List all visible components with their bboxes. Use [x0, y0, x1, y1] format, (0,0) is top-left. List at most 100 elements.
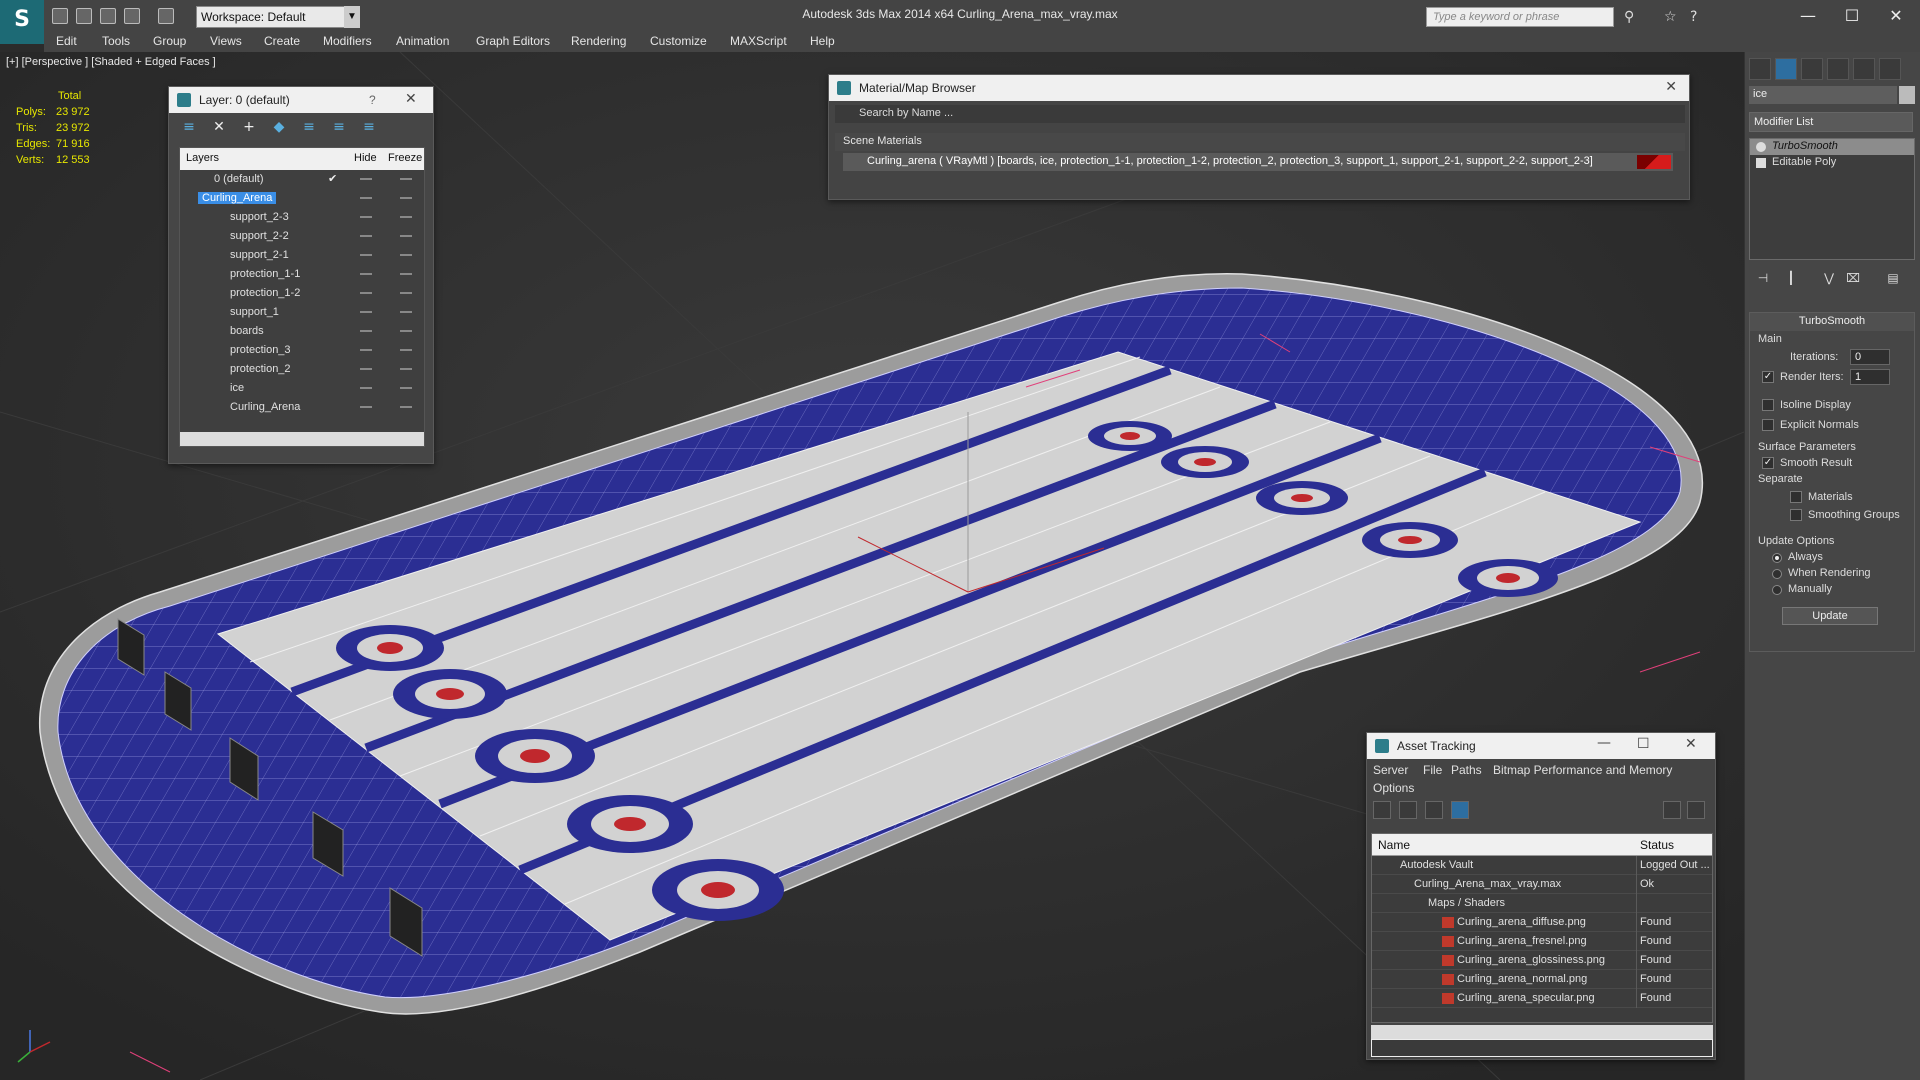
smoothing-groups-checkbox[interactable]: [1790, 509, 1802, 521]
close-icon[interactable]: ✕: [1665, 79, 1677, 95]
list-item[interactable]: protection_1-2: [180, 284, 424, 303]
menu-animation[interactable]: Animation: [396, 34, 449, 48]
maximize-icon[interactable]: ☐: [1637, 736, 1650, 752]
list-item[interactable]: Curling_Arena: [180, 398, 424, 417]
highlight-selected-icon[interactable]: ≡: [301, 119, 317, 135]
iterations-spinner[interactable]: 0: [1850, 349, 1890, 365]
make-unique-icon[interactable]: ⋁: [1821, 271, 1837, 287]
asset-tracking-titlebar[interactable]: Asset Tracking — ☐ ✕: [1367, 733, 1715, 759]
layer-window-titlebar[interactable]: Layer: 0 (default) ? ✕: [169, 87, 433, 113]
list-item[interactable]: support_2-1: [180, 246, 424, 265]
table-row[interactable]: Maps / Shaders: [1372, 894, 1712, 913]
add-to-layer-icon[interactable]: +: [241, 119, 257, 135]
list-item[interactable]: 0 (default) ✔: [180, 170, 424, 189]
menu-paths[interactable]: Paths: [1451, 763, 1482, 777]
table-view-icon[interactable]: [1451, 801, 1469, 819]
utilities-tab-icon[interactable]: [1879, 58, 1901, 80]
close-icon[interactable]: ✕: [405, 91, 417, 107]
menu-customize[interactable]: Customize: [650, 34, 707, 48]
table-row[interactable]: Curling_arena_fresnel.png Found: [1372, 932, 1712, 951]
smooth-result-checkbox[interactable]: ✓: [1762, 457, 1774, 469]
render-iters-spinner[interactable]: 1: [1850, 369, 1890, 385]
list-item[interactable]: protection_2: [180, 360, 424, 379]
render-iters-checkbox[interactable]: ✓: [1762, 371, 1774, 383]
asset-tracking-window[interactable]: Asset Tracking — ☐ ✕ Server File Paths B…: [1366, 732, 1716, 1060]
table-row[interactable]: Curling_arena_glossiness.png Found: [1372, 951, 1712, 970]
star-icon[interactable]: ☆: [1664, 9, 1677, 25]
update-button[interactable]: Update: [1782, 607, 1878, 625]
lightbulb-icon[interactable]: [1756, 142, 1766, 152]
search-input[interactable]: Type a keyword or phrase: [1426, 7, 1614, 27]
close-icon[interactable]: ✕: [1685, 736, 1697, 752]
menu-maxscript[interactable]: MAXScript: [730, 34, 787, 48]
material-browser-titlebar[interactable]: Material/Map Browser ✕: [829, 75, 1689, 101]
manually-radio[interactable]: [1772, 585, 1782, 595]
column-status[interactable]: Status: [1640, 838, 1674, 852]
stack-item-turbosmooth[interactable]: TurboSmooth: [1750, 139, 1914, 155]
list-item[interactable]: support_2-2: [180, 227, 424, 246]
modifier-list-dropdown[interactable]: Modifier List: [1749, 112, 1913, 132]
delete-layer-icon[interactable]: ✕: [211, 119, 227, 135]
material-entry[interactable]: Curling_arena ( VRayMtl ) [boards, ice, …: [843, 153, 1673, 171]
viewport-label[interactable]: [+] [Perspective ] [Shaded + Edged Faces…: [6, 56, 216, 68]
column-name[interactable]: Name: [1378, 838, 1410, 852]
list-item[interactable]: Curling_Arena: [180, 189, 424, 208]
modify-tab-icon[interactable]: [1775, 58, 1797, 80]
table-row[interactable]: Curling_Arena_max_vray.max Ok: [1372, 875, 1712, 894]
minimize-button[interactable]: —: [1786, 4, 1830, 28]
list-item[interactable]: support_2-3: [180, 208, 424, 227]
column-hide[interactable]: Hide: [354, 152, 377, 164]
material-map-browser-window[interactable]: Material/Map Browser ✕ Search by Name ..…: [828, 74, 1690, 200]
configure-sets-icon[interactable]: ▤: [1885, 271, 1901, 287]
minimize-icon[interactable]: —: [1597, 735, 1611, 751]
explicit-normals-checkbox[interactable]: [1762, 419, 1774, 431]
scene-materials-group[interactable]: Scene Materials: [835, 133, 1685, 151]
menu-edit[interactable]: Edit: [56, 34, 77, 48]
remove-modifier-icon[interactable]: ⌧: [1845, 271, 1861, 287]
stack-item-editable-poly[interactable]: Editable Poly: [1750, 155, 1914, 171]
list-item[interactable]: protection_1-1: [180, 265, 424, 284]
menu-graph-editors[interactable]: Graph Editors: [476, 34, 550, 48]
select-objects-icon[interactable]: ◆: [271, 119, 287, 135]
when-rendering-radio[interactable]: [1772, 569, 1782, 579]
create-tab-icon[interactable]: [1749, 58, 1771, 80]
menu-options[interactable]: Options: [1373, 781, 1414, 795]
list-item[interactable]: boards: [180, 322, 424, 341]
maximize-button[interactable]: ☐: [1830, 4, 1874, 28]
binoculars-icon[interactable]: ⚲: [1624, 9, 1634, 25]
always-radio[interactable]: [1772, 553, 1782, 563]
object-name-field[interactable]: ice: [1749, 86, 1897, 104]
help-icon[interactable]: ?: [1690, 9, 1697, 25]
list-view-icon[interactable]: [1399, 801, 1417, 819]
menu-rendering[interactable]: Rendering: [571, 34, 626, 48]
horizontal-scrollbar[interactable]: [180, 432, 424, 446]
hierarchy-tab-icon[interactable]: [1801, 58, 1823, 80]
menu-views[interactable]: Views: [210, 34, 242, 48]
display-tab-icon[interactable]: [1853, 58, 1875, 80]
close-button[interactable]: ✕: [1874, 4, 1918, 28]
pin-stack-icon[interactable]: ⊣: [1755, 271, 1771, 287]
create-layer-icon[interactable]: ≡: [181, 119, 197, 135]
layer-manager-window[interactable]: Layer: 0 (default) ? ✕ ≡ ✕ + ◆ ≡ ≡ ≡ Lay…: [168, 86, 434, 464]
materials-checkbox[interactable]: [1790, 491, 1802, 503]
horizontal-scrollbar[interactable]: [1371, 1025, 1713, 1039]
menu-bitmap-performance[interactable]: Bitmap Performance and Memory: [1493, 763, 1672, 777]
active-layer-check-icon[interactable]: ✔: [328, 172, 337, 185]
menu-modifiers[interactable]: Modifiers: [323, 34, 372, 48]
isoline-checkbox[interactable]: [1762, 399, 1774, 411]
menu-help[interactable]: Help: [810, 34, 835, 48]
column-layers[interactable]: Layers: [186, 152, 219, 164]
detail-view-icon[interactable]: [1425, 801, 1443, 819]
table-row[interactable]: Autodesk Vault Logged Out ...: [1372, 856, 1712, 875]
table-row[interactable]: Curling_arena_normal.png Found: [1372, 970, 1712, 989]
column-freeze[interactable]: Freeze: [388, 152, 422, 164]
list-item[interactable]: protection_3: [180, 341, 424, 360]
table-row[interactable]: Curling_arena_specular.png Found: [1372, 989, 1712, 1008]
rollout-title[interactable]: TurboSmooth: [1750, 313, 1914, 331]
menu-group[interactable]: Group: [153, 34, 186, 48]
menu-file[interactable]: File: [1423, 763, 1442, 777]
refresh-icon[interactable]: [1373, 801, 1391, 819]
settings-icon[interactable]: [1687, 801, 1705, 819]
material-search-input[interactable]: Search by Name ...: [835, 105, 1685, 123]
hide-all-icon[interactable]: ≡: [331, 119, 347, 135]
